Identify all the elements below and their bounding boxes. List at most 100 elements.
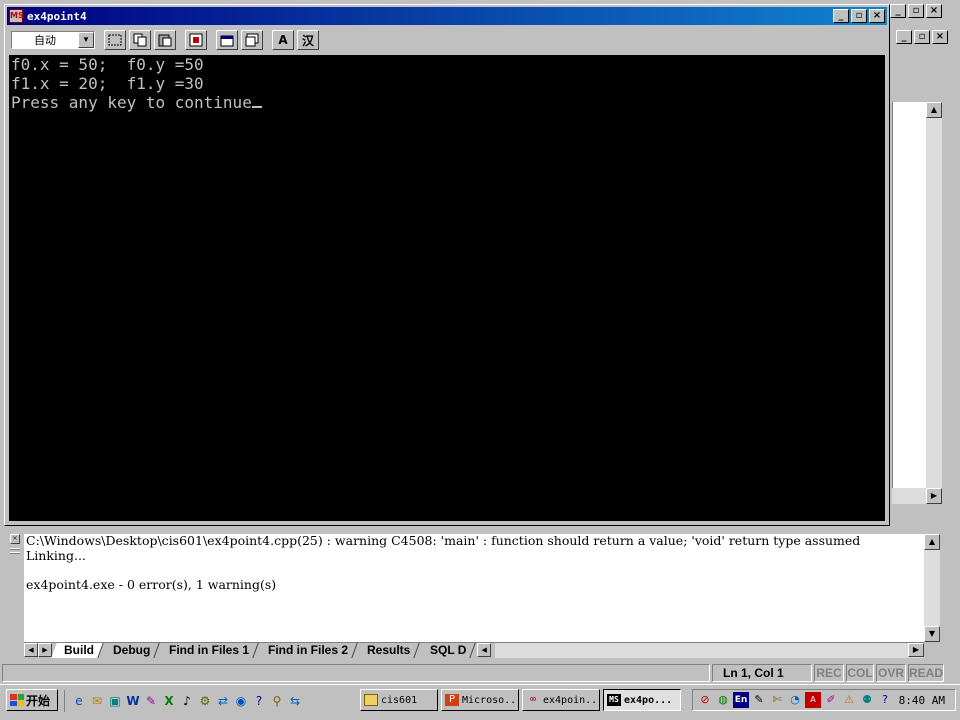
scroll-up-button[interactable]: ▲: [926, 102, 942, 118]
scheduler-icon[interactable]: ◔: [787, 692, 803, 708]
warning-icon[interactable]: ⚠: [841, 692, 857, 708]
status-bar: Ln 1, Col 1 REC COL OVR READ: [0, 662, 960, 684]
console-line-text: Press any key to continue: [11, 93, 252, 112]
close-icon[interactable]: ×: [10, 534, 20, 544]
tools-icon[interactable]: ✄: [769, 692, 785, 708]
help-icon[interactable]: ?: [251, 693, 267, 709]
mdi-close-button[interactable]: ×: [932, 30, 948, 44]
window-icon: [245, 33, 259, 47]
task-ex4point4-project[interactable]: ∞ ex4poin...: [522, 689, 600, 711]
tab-next-button[interactable]: ▶: [38, 643, 52, 657]
font-size-select[interactable]: 自动 ▼: [11, 31, 95, 49]
tab-build[interactable]: Build: [51, 643, 104, 658]
folder-icon: [364, 694, 378, 706]
paste-icon: [158, 34, 172, 47]
mark-icon: [108, 34, 122, 46]
console-minimize-button[interactable]: _: [833, 9, 849, 23]
ide-minimize-button[interactable]: _: [890, 4, 906, 18]
output-line: Linking...: [26, 547, 86, 563]
copy-button[interactable]: [129, 30, 151, 50]
windows-logo-icon: [10, 694, 24, 706]
desktop-icon[interactable]: ▣: [107, 693, 123, 709]
sound-icon[interactable]: ♪: [179, 693, 195, 709]
mdi-restore-button[interactable]: ▫: [914, 30, 930, 44]
tab-debug[interactable]: Debug: [100, 643, 161, 658]
quick-launch: e ✉ ▣ W ✎ X ♪ ⚙ ⇄ ◉ ? ⚲ ⇆: [64, 690, 303, 712]
font-button[interactable]: A: [272, 30, 294, 50]
paint-icon[interactable]: ✎: [143, 693, 159, 709]
ime-icon[interactable]: ⊘: [697, 692, 713, 708]
editor-vertical-scrollbar[interactable]: ▲: [926, 102, 942, 494]
start-label: 开始: [26, 693, 51, 708]
paste-button[interactable]: [154, 30, 176, 50]
ovr-indicator: OVR: [876, 664, 906, 682]
output-horizontal-scrollbar[interactable]: ▶: [495, 643, 924, 658]
dock-grip[interactable]: ×: [10, 534, 20, 644]
ide-caption-buttons: _ ▫ ×: [890, 4, 956, 24]
console-title-bar[interactable]: MS ex4point4 _ ▫ ×: [7, 7, 887, 25]
console-maximize-button[interactable]: ▫: [851, 9, 867, 23]
powerpoint-icon: P: [445, 694, 459, 706]
help-icon[interactable]: ?: [877, 692, 893, 708]
start-button[interactable]: 开始: [6, 689, 58, 711]
scroll-right-button[interactable]: ▶: [926, 488, 942, 504]
language-indicator[interactable]: En: [733, 692, 749, 708]
ide-close-button[interactable]: ×: [926, 4, 942, 18]
rec-indicator: REC: [814, 664, 844, 682]
excel-icon[interactable]: X: [161, 693, 177, 709]
vc-project-icon: ∞: [529, 694, 537, 705]
task-label: cis601: [381, 694, 418, 706]
console-toolbar: 自动 ▼ A 汉: [7, 27, 887, 53]
output-line: C:\Windows\Desktop\cis601\ex4point4.cpp(…: [26, 534, 861, 548]
console-line: f1.x = 20; f1.y =30: [11, 74, 204, 93]
console-output[interactable]: f0.x = 50; f0.y =50 f1.x = 20; f1.y =30 Pr…: [9, 55, 885, 521]
channels-icon[interactable]: ⇆: [287, 693, 303, 709]
background-button[interactable]: [241, 30, 263, 50]
chevron-down-icon[interactable]: ▼: [78, 32, 94, 48]
editor-horizontal-scrollbar[interactable]: ▶: [892, 488, 942, 504]
outlook-icon[interactable]: ✉: [89, 693, 105, 709]
editor-pane: ▲ ▶: [892, 48, 944, 510]
network-icon[interactable]: ⇄: [215, 693, 231, 709]
tab-sql-debugging[interactable]: SQL D: [417, 643, 476, 658]
tab-find-in-files-2[interactable]: Find in Files 2: [255, 643, 359, 658]
acrobat-icon[interactable]: A: [805, 692, 821, 708]
output-vertical-scrollbar[interactable]: ▲ ▼: [924, 534, 940, 642]
scroll-down-button[interactable]: ▼: [924, 626, 940, 642]
read-indicator: READ: [908, 664, 944, 682]
tab-find-in-files-1[interactable]: Find in Files 1: [156, 643, 260, 658]
scroll-up-button[interactable]: ▲: [924, 534, 940, 550]
word-icon[interactable]: W: [125, 693, 141, 709]
build-output-text[interactable]: C:\Windows\Desktop\cis601\ex4point4.cpp(…: [24, 534, 924, 642]
mdi-minimize-button[interactable]: _: [896, 30, 912, 44]
search-icon[interactable]: ⚲: [269, 693, 285, 709]
console-close-button[interactable]: ×: [869, 9, 885, 23]
ide-restore-button[interactable]: ▫: [908, 4, 924, 18]
tab-results[interactable]: Results: [354, 643, 421, 658]
tab-prev-button[interactable]: ◀: [24, 643, 38, 657]
ie-icon[interactable]: e: [71, 693, 87, 709]
volume-icon[interactable]: ◍: [715, 692, 731, 708]
network-icon[interactable]: ⚉: [859, 692, 875, 708]
task-cis601[interactable]: cis601: [360, 689, 438, 711]
vc-ide-window: _ ▫ × _ ▫ × ▲ ▶ MS ex4point4 _ ▫ × 自动 ▼ …: [0, 0, 960, 684]
task-label: ex4poin...: [543, 694, 600, 706]
ime-button[interactable]: 汉: [297, 30, 319, 50]
console-window[interactable]: MS ex4point4 _ ▫ × 自动 ▼ A 汉 f0.x = 50; f…: [4, 4, 890, 526]
tab-scroll-left-button[interactable]: ◀: [477, 643, 492, 657]
pen-icon[interactable]: ✎: [751, 692, 767, 708]
task-ex4point4-console[interactable]: MS ex4po...: [603, 689, 681, 711]
editor-text-area[interactable]: [892, 102, 926, 494]
mark-button[interactable]: [104, 30, 126, 50]
clock[interactable]: 8:40 AM: [899, 694, 945, 707]
tools-icon[interactable]: ⚙: [197, 693, 213, 709]
browser-icon[interactable]: ◉: [233, 693, 249, 709]
task-powerpoint[interactable]: P Microso...: [441, 689, 519, 711]
fullscreen-button[interactable]: [185, 30, 207, 50]
properties-button[interactable]: [216, 30, 238, 50]
paint-icon[interactable]: ✐: [823, 692, 839, 708]
scroll-right-button[interactable]: ▶: [908, 643, 924, 657]
cursor-position: Ln 1, Col 1: [712, 664, 812, 682]
msdos-icon: MS: [9, 9, 24, 23]
